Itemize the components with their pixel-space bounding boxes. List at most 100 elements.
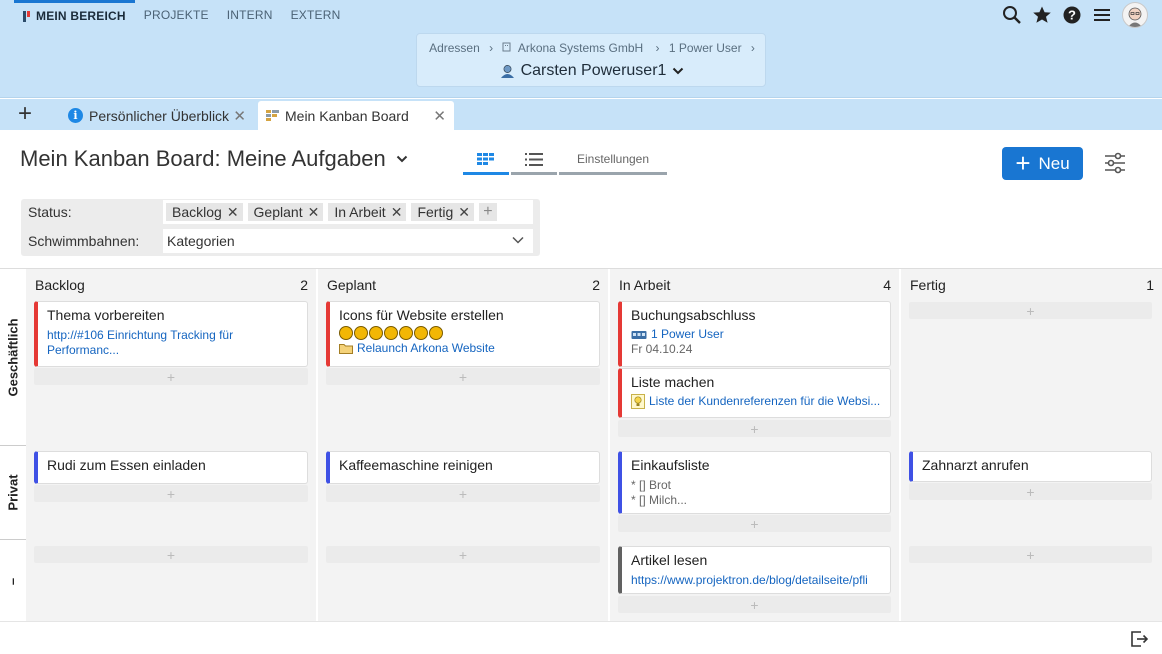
status-chip[interactable]: In Arbeit ✕ [328, 203, 407, 221]
add-card-slot[interactable]: + [326, 485, 600, 502]
status-chip[interactable]: Fertig ✕ [411, 203, 474, 221]
list-view-tab[interactable] [511, 146, 557, 175]
add-status-icon[interactable]: + [478, 203, 497, 221]
status-filter-field[interactable]: Backlog ✕ Geplant ✕ In Arbeit ✕ Fertig ✕ + [163, 200, 533, 224]
chip-label: Fertig [417, 204, 454, 220]
column-title: In Arbeit [619, 277, 671, 293]
card-link[interactable]: Liste der Kundenreferenzen für die Websi… [649, 394, 880, 409]
tab-label: Mein Kanban Board [285, 107, 409, 124]
close-icon[interactable]: ✕ [233, 107, 246, 125]
add-card-slot[interactable]: + [34, 485, 308, 502]
add-card-slot[interactable]: + [618, 596, 891, 613]
nav-extern[interactable]: EXTERN [282, 0, 350, 30]
priority-star-icon [429, 326, 443, 340]
card-link[interactable]: http://#106 Einrichtung Tracking für Per… [47, 328, 307, 358]
filter-panel: Status: Backlog ✕ Geplant ✕ In Arbeit ✕ Fer… [21, 199, 540, 256]
card-user-link[interactable]: 1 Power User [651, 327, 724, 342]
task-card[interactable]: Buchungsabschluss 1 Power User Fr 04.10.… [618, 301, 891, 367]
page-title-text: Mein Kanban Board: Meine Aufgaben [20, 146, 386, 171]
menu-icon[interactable] [1092, 3, 1112, 27]
priority-star-icon [369, 326, 383, 340]
close-icon[interactable]: ✕ [227, 204, 239, 221]
filter-settings-icon[interactable] [1104, 152, 1126, 174]
add-card-slot[interactable]: + [326, 546, 600, 563]
page-title[interactable]: Mein Kanban Board: Meine Aufgaben [20, 146, 408, 172]
close-icon[interactable]: ✕ [458, 204, 470, 221]
task-card[interactable]: Artikel lesen https://www.projektron.de/… [618, 546, 891, 594]
chip-label: Backlog [172, 204, 222, 220]
top-icons: ? [1002, 2, 1148, 28]
swimlane-privat: Privat [0, 446, 26, 539]
card-title: Rudi zum Essen einladen [47, 457, 206, 473]
task-card[interactable]: Icons für Website erstellen Relaunch Ark… [326, 301, 600, 367]
column-fertig: Fertig 1 + Zahnarzt anrufen + + [901, 269, 1162, 622]
column-count: 4 [883, 277, 891, 293]
kanban-board: Geschäftlich Privat – Backlog 2 Thema vor… [0, 268, 1162, 622]
nav-projekte[interactable]: PROJEKTE [135, 0, 218, 30]
app-logo-icon [23, 11, 32, 22]
chevron-down-icon [512, 236, 524, 244]
breadcrumb-item[interactable]: Adressen [429, 41, 480, 55]
breadcrumb-item[interactable]: Arkona Systems GmbH [502, 41, 649, 55]
new-button[interactable]: + Neu [1002, 147, 1083, 180]
add-card-slot[interactable]: + [618, 515, 891, 532]
swimlane-filter-row: Schwimmbahnen: Kategorien [21, 228, 540, 254]
swimlane-filter-label: Schwimmbahnen: [28, 233, 140, 249]
task-card[interactable]: Einkaufsliste * [] Brot * [] Milch... [618, 451, 891, 514]
chevron-down-icon[interactable] [396, 154, 408, 164]
star-icon[interactable] [1032, 3, 1052, 27]
card-project-link[interactable]: Relaunch Arkona Website [357, 341, 495, 356]
close-icon[interactable]: ✕ [391, 204, 403, 221]
task-card[interactable]: Kaffeemaschine reinigen [326, 451, 600, 484]
settings-view-tab[interactable]: Einstellungen [559, 146, 667, 175]
card-description: * [] Brot [631, 478, 672, 492]
board-view-tab[interactable] [463, 146, 509, 175]
add-card-slot[interactable]: + [909, 302, 1152, 319]
task-card[interactable]: Rudi zum Essen einladen [34, 451, 308, 484]
card-title: Liste machen [631, 374, 715, 390]
nav-label: INTERN [226, 7, 273, 22]
card-title: Einkaufsliste [631, 457, 710, 473]
add-card-slot[interactable]: + [618, 420, 891, 437]
close-icon[interactable]: ✕ [308, 204, 320, 221]
chip-label: In Arbeit [334, 204, 386, 220]
user-icon [500, 64, 514, 78]
tab-persoenlicher-ueberblick[interactable]: i Persönlicher Überblick ✕ [60, 101, 254, 130]
swimlane-label: – [5, 577, 21, 585]
breadcrumb-item[interactable]: 1 Power User [669, 41, 742, 55]
swimlane-geschaeftlich: Geschäftlich [0, 269, 26, 445]
column-count: 2 [592, 277, 600, 293]
nav-label: PROJEKTE [143, 7, 209, 22]
status-filter-label: Status: [28, 204, 72, 220]
status-chip[interactable]: Backlog ✕ [166, 203, 243, 221]
priority-star-icon [414, 326, 428, 340]
add-card-slot[interactable]: + [34, 368, 308, 385]
add-card-slot[interactable]: + [34, 546, 308, 563]
close-icon[interactable]: ✕ [433, 107, 446, 125]
svg-text:?: ? [1068, 8, 1076, 23]
priority-star-icon [339, 326, 353, 340]
search-icon[interactable] [1002, 3, 1022, 27]
tab-mein-kanban-board[interactable]: Mein Kanban Board ✕ [258, 101, 454, 130]
column-title: Backlog [35, 277, 85, 293]
avatar[interactable] [1122, 2, 1148, 28]
context-title[interactable]: Carsten Poweruser1 [417, 62, 767, 80]
swimlane-select[interactable]: Kategorien [163, 229, 533, 253]
bottom-bar [0, 621, 1162, 654]
card-link[interactable]: https://www.projektron.de/blog/detailsei… [631, 573, 890, 588]
column-header: In Arbeit 4 [619, 277, 891, 293]
add-card-slot[interactable]: + [909, 483, 1152, 500]
task-card[interactable]: Liste machen Liste der Kundenreferenzen … [618, 368, 891, 418]
nav-intern[interactable]: INTERN [218, 0, 282, 30]
task-card[interactable]: Thema vorbereiten http://#106 Einrichtun… [34, 301, 308, 367]
nav-mein-bereich[interactable]: MEIN BEREICH [14, 0, 135, 30]
status-chip[interactable]: Geplant ✕ [247, 203, 324, 221]
main-navigation: MEIN BEREICH PROJEKTE INTERN EXTERN [14, 0, 349, 30]
column-geplant: Geplant 2 Icons für Website erstellen Rel… [318, 269, 608, 622]
add-tab-icon[interactable]: + [18, 102, 32, 126]
exit-icon[interactable] [1130, 630, 1149, 651]
help-icon[interactable]: ? [1062, 3, 1082, 27]
task-card[interactable]: Zahnarzt anrufen [909, 451, 1152, 482]
add-card-slot[interactable]: + [326, 368, 600, 385]
add-card-slot[interactable]: + [909, 546, 1152, 563]
